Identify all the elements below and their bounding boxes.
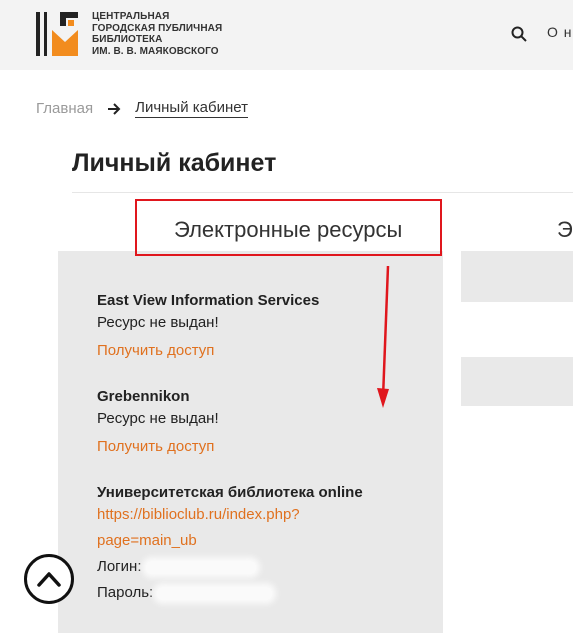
arrow-right-icon [108,102,121,115]
breadcrumb-home[interactable]: Главная [36,100,93,117]
side-block-2 [461,357,573,406]
library-logo[interactable] [36,12,82,56]
resource-name: Grebennikon [97,388,190,405]
get-access-link[interactable]: Получить доступ [97,340,319,362]
resource-status: Ресурс не выдан! [97,314,219,331]
annotation-arrow [377,265,390,408]
tab-next[interactable]: Э [557,217,573,243]
nav-link-about[interactable]: О н [547,24,573,40]
page-title: Личный кабинет [72,149,277,177]
title-divider [72,192,573,193]
login-row: Логин: [97,556,363,578]
side-block-1 [461,251,573,302]
redacted-password [157,586,273,600]
login-label: Логин: [97,558,142,575]
resource-item: Университетская библиотека online https:… [97,482,363,604]
redacted-login [145,560,256,574]
site-header: ЦЕНТРАЛЬНАЯ ГОРОДСКАЯ ПУБЛИЧНАЯ БИБЛИОТЕ… [0,0,573,70]
breadcrumb: Главная Личный кабинет [36,99,248,118]
library-name-line-1: ЦЕНТРАЛЬНАЯ [92,11,170,22]
scroll-to-top-button[interactable] [24,554,74,604]
resource-url-line-2[interactable]: page=main_ub [97,530,363,552]
resource-name: Университетская библиотека online [97,484,363,501]
library-name[interactable]: ЦЕНТРАЛЬНАЯ ГОРОДСКАЯ ПУБЛИЧНАЯ БИБЛИОТЕ… [92,11,222,57]
library-name-line-2: ГОРОДСКАЯ ПУБЛИЧНАЯ [92,22,223,34]
resource-url-line-1[interactable]: https://biblioclub.ru/index.php? [97,504,363,526]
resource-status: Ресурс не выдан! [97,410,219,427]
get-access-link[interactable]: Получить доступ [97,436,219,458]
library-name-line-4: ИМ. В. В. МАЯКОВСКОГО [92,45,219,57]
resource-item: East View Information Services Ресурс не… [97,290,319,362]
search-icon[interactable] [511,26,527,42]
breadcrumb-current[interactable]: Личный кабинет [135,99,248,118]
password-row: Пароль: [97,582,363,604]
highlight-box [135,199,442,256]
chevron-up-icon [37,572,61,587]
resource-item: Grebennikon Ресурс не выдан! Получить до… [97,386,219,458]
password-label: Пароль: [97,584,154,601]
library-name-line-3: БИБЛИОТЕКА [92,34,163,45]
resource-name: East View Information Services [97,292,320,309]
